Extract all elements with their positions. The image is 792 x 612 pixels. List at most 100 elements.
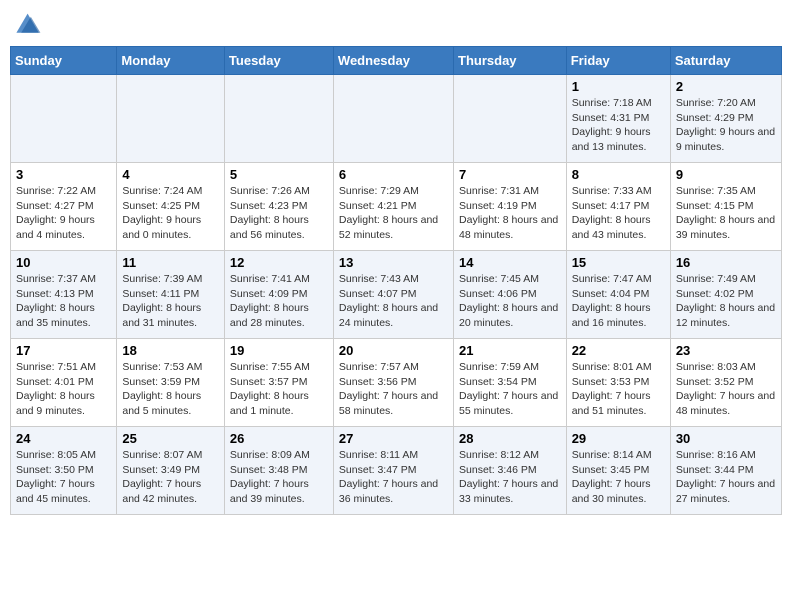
day-content: Sunrise: 7:24 AM Sunset: 4:25 PM Dayligh… — [122, 184, 219, 243]
day-header-thursday: Thursday — [454, 47, 567, 75]
calendar-cell: 1 Sunrise: 7:18 AM Sunset: 4:31 PM Daylig… — [566, 75, 670, 163]
calendar-cell: 20 Sunrise: 7:57 AM Sunset: 3:56 PM Dayli… — [333, 339, 453, 427]
calendar-cell: 15 Sunrise: 7:47 AM Sunset: 4:04 PM Dayli… — [566, 251, 670, 339]
day-content: Sunrise: 7:45 AM Sunset: 4:06 PM Dayligh… — [459, 272, 561, 331]
calendar-cell: 8 Sunrise: 7:33 AM Sunset: 4:17 PM Daylig… — [566, 163, 670, 251]
day-number: 12 — [230, 255, 328, 270]
day-content: Sunrise: 8:12 AM Sunset: 3:46 PM Dayligh… — [459, 448, 561, 507]
day-content: Sunrise: 7:31 AM Sunset: 4:19 PM Dayligh… — [459, 184, 561, 243]
day-number: 4 — [122, 167, 219, 182]
logo-icon — [10, 10, 42, 38]
calendar-cell — [333, 75, 453, 163]
calendar-cell: 26Sunrise: 8:09 AM Sunset: 3:48 PM Dayli… — [224, 427, 333, 515]
day-number: 29 — [572, 431, 665, 446]
day-content: Sunrise: 7:47 AM Sunset: 4:04 PM Dayligh… — [572, 272, 665, 331]
day-content: Sunrise: 7:22 AM Sunset: 4:27 PM Dayligh… — [16, 184, 111, 243]
calendar-cell: 18 Sunrise: 7:53 AM Sunset: 3:59 PM Dayli… — [117, 339, 225, 427]
day-content: Sunrise: 7:37 AM Sunset: 4:13 PM Dayligh… — [16, 272, 111, 331]
day-number: 18 — [122, 343, 219, 358]
day-number: 15 — [572, 255, 665, 270]
calendar-cell — [224, 75, 333, 163]
calendar-cell: 13 Sunrise: 7:43 AM Sunset: 4:07 PM Dayli… — [333, 251, 453, 339]
day-content: Sunrise: 7:55 AM Sunset: 3:57 PM Dayligh… — [230, 360, 328, 419]
day-number: 25 — [122, 431, 219, 446]
day-content: Sunrise: 7:39 AM Sunset: 4:11 PM Dayligh… — [122, 272, 219, 331]
day-content: Sunrise: 8:09 AM Sunset: 3:48 PM Dayligh… — [230, 448, 328, 507]
day-content: Sunrise: 8:16 AM Sunset: 3:44 PM Dayligh… — [676, 448, 776, 507]
calendar-cell: 7 Sunrise: 7:31 AM Sunset: 4:19 PM Daylig… — [454, 163, 567, 251]
day-content: Sunrise: 7:26 AM Sunset: 4:23 PM Dayligh… — [230, 184, 328, 243]
day-number: 13 — [339, 255, 448, 270]
day-number: 22 — [572, 343, 665, 358]
day-content: Sunrise: 7:49 AM Sunset: 4:02 PM Dayligh… — [676, 272, 776, 331]
calendar-cell: 3 Sunrise: 7:22 AM Sunset: 4:27 PM Daylig… — [11, 163, 117, 251]
day-content: Sunrise: 7:57 AM Sunset: 3:56 PM Dayligh… — [339, 360, 448, 419]
day-header-tuesday: Tuesday — [224, 47, 333, 75]
day-number: 20 — [339, 343, 448, 358]
day-content: Sunrise: 7:51 AM Sunset: 4:01 PM Dayligh… — [16, 360, 111, 419]
day-number: 17 — [16, 343, 111, 358]
day-content: Sunrise: 7:18 AM Sunset: 4:31 PM Dayligh… — [572, 96, 665, 155]
day-number: 3 — [16, 167, 111, 182]
day-number: 9 — [676, 167, 776, 182]
calendar-cell: 19 Sunrise: 7:55 AM Sunset: 3:57 PM Dayli… — [224, 339, 333, 427]
calendar-cell: 24 Sunrise: 8:05 AM Sunset: 3:50 PM Dayli… — [11, 427, 117, 515]
day-number: 16 — [676, 255, 776, 270]
calendar-cell: 9 Sunrise: 7:35 AM Sunset: 4:15 PM Daylig… — [670, 163, 781, 251]
day-content: Sunrise: 7:43 AM Sunset: 4:07 PM Dayligh… — [339, 272, 448, 331]
day-number: 11 — [122, 255, 219, 270]
day-number: 2 — [676, 79, 776, 94]
day-header-sunday: Sunday — [11, 47, 117, 75]
day-number: 6 — [339, 167, 448, 182]
day-header-wednesday: Wednesday — [333, 47, 453, 75]
calendar-cell: 5 Sunrise: 7:26 AM Sunset: 4:23 PM Daylig… — [224, 163, 333, 251]
week-row-5: 24 Sunrise: 8:05 AM Sunset: 3:50 PM Dayli… — [11, 427, 782, 515]
day-content: Sunrise: 7:20 AM Sunset: 4:29 PM Dayligh… — [676, 96, 776, 155]
day-number: 1 — [572, 79, 665, 94]
day-number: 27 — [339, 431, 448, 446]
calendar-cell: 2 Sunrise: 7:20 AM Sunset: 4:29 PM Daylig… — [670, 75, 781, 163]
header-row: SundayMondayTuesdayWednesdayThursdayFrid… — [11, 47, 782, 75]
week-row-4: 17 Sunrise: 7:51 AM Sunset: 4:01 PM Dayli… — [11, 339, 782, 427]
day-number: 5 — [230, 167, 328, 182]
day-header-monday: Monday — [117, 47, 225, 75]
calendar-cell: 4 Sunrise: 7:24 AM Sunset: 4:25 PM Daylig… — [117, 163, 225, 251]
day-content: Sunrise: 7:53 AM Sunset: 3:59 PM Dayligh… — [122, 360, 219, 419]
calendar-cell: 29Sunrise: 8:14 AM Sunset: 3:45 PM Dayli… — [566, 427, 670, 515]
day-header-saturday: Saturday — [670, 47, 781, 75]
day-content: Sunrise: 8:03 AM Sunset: 3:52 PM Dayligh… — [676, 360, 776, 419]
calendar-cell: 27 Sunrise: 8:11 AM Sunset: 3:47 PM Dayli… — [333, 427, 453, 515]
calendar-cell: 21Sunrise: 7:59 AM Sunset: 3:54 PM Dayli… — [454, 339, 567, 427]
day-content: Sunrise: 8:11 AM Sunset: 3:47 PM Dayligh… — [339, 448, 448, 507]
day-number: 21 — [459, 343, 561, 358]
day-content: Sunrise: 7:33 AM Sunset: 4:17 PM Dayligh… — [572, 184, 665, 243]
calendar-cell — [11, 75, 117, 163]
calendar-cell: 10 Sunrise: 7:37 AM Sunset: 4:13 PM Dayli… — [11, 251, 117, 339]
day-content: Sunrise: 8:07 AM Sunset: 3:49 PM Dayligh… — [122, 448, 219, 507]
calendar-cell: 22 Sunrise: 8:01 AM Sunset: 3:53 PM Dayli… — [566, 339, 670, 427]
day-number: 23 — [676, 343, 776, 358]
week-row-1: 1 Sunrise: 7:18 AM Sunset: 4:31 PM Daylig… — [11, 75, 782, 163]
day-content: Sunrise: 7:29 AM Sunset: 4:21 PM Dayligh… — [339, 184, 448, 243]
calendar-cell: 28 Sunrise: 8:12 AM Sunset: 3:46 PM Dayli… — [454, 427, 567, 515]
week-row-2: 3 Sunrise: 7:22 AM Sunset: 4:27 PM Daylig… — [11, 163, 782, 251]
day-number: 8 — [572, 167, 665, 182]
calendar-cell: 16 Sunrise: 7:49 AM Sunset: 4:02 PM Dayli… — [670, 251, 781, 339]
calendar-cell: 14Sunrise: 7:45 AM Sunset: 4:06 PM Dayli… — [454, 251, 567, 339]
day-content: Sunrise: 7:35 AM Sunset: 4:15 PM Dayligh… — [676, 184, 776, 243]
day-content: Sunrise: 8:01 AM Sunset: 3:53 PM Dayligh… — [572, 360, 665, 419]
week-row-3: 10 Sunrise: 7:37 AM Sunset: 4:13 PM Dayli… — [11, 251, 782, 339]
calendar-table: SundayMondayTuesdayWednesdayThursdayFrid… — [10, 46, 782, 515]
day-content: Sunrise: 7:41 AM Sunset: 4:09 PM Dayligh… — [230, 272, 328, 331]
day-content: Sunrise: 8:05 AM Sunset: 3:50 PM Dayligh… — [16, 448, 111, 507]
calendar-cell: 30Sunrise: 8:16 AM Sunset: 3:44 PM Dayli… — [670, 427, 781, 515]
day-number: 10 — [16, 255, 111, 270]
day-number: 28 — [459, 431, 561, 446]
calendar-cell: 12 Sunrise: 7:41 AM Sunset: 4:09 PM Dayli… — [224, 251, 333, 339]
calendar-cell — [454, 75, 567, 163]
calendar-cell: 6 Sunrise: 7:29 AM Sunset: 4:21 PM Daylig… — [333, 163, 453, 251]
day-number: 19 — [230, 343, 328, 358]
day-number: 24 — [16, 431, 111, 446]
day-number: 7 — [459, 167, 561, 182]
calendar-cell: 11 Sunrise: 7:39 AM Sunset: 4:11 PM Dayli… — [117, 251, 225, 339]
